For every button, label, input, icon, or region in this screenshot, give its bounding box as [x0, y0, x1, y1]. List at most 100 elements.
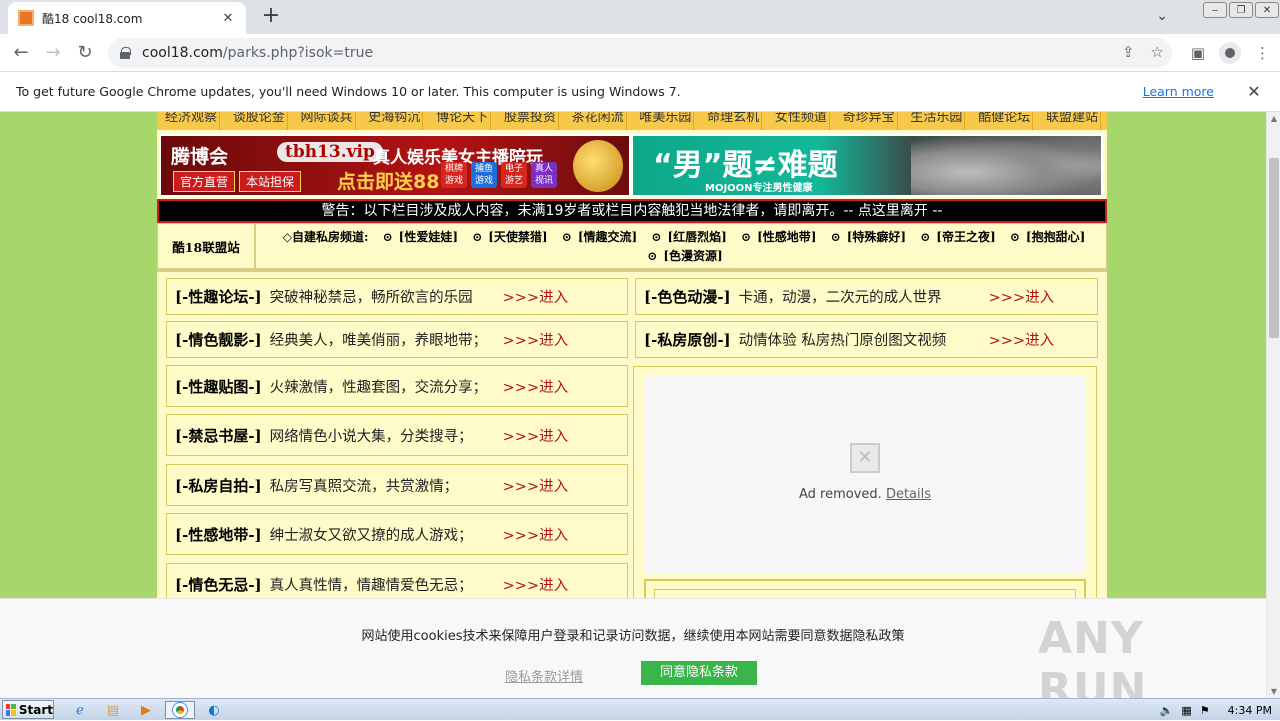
internet-explorer-icon[interactable]: ℯ: [70, 701, 90, 719]
enter-link[interactable]: >>>进入: [503, 425, 568, 446]
adult-warning-bar[interactable]: 警告：以下栏目涉及成人内容，未满19岁者或栏目内容触犯当地法律者，请即离开。--…: [157, 199, 1107, 223]
update-infobar: To get future Google Chrome updates, you…: [0, 72, 1280, 112]
channel-description: 动情体验 私房热门原创图文视频: [738, 333, 947, 349]
channel-title[interactable]: [-性趣贴图-]: [175, 376, 262, 397]
union-channel-link[interactable]: [红唇烈焰]: [667, 230, 726, 244]
channel-title[interactable]: [-情色无忌-]: [175, 574, 262, 595]
health-banner-ad[interactable]: “男”题≠难题 MOJOON专注男性健康: [631, 134, 1103, 197]
enter-link[interactable]: >>>进入: [503, 329, 568, 350]
browser-tab[interactable]: 酷18 cool18.com ✕: [8, 2, 246, 34]
nav-link[interactable]: 联盟建站: [1044, 112, 1101, 130]
union-channel-link[interactable]: [性感地带]: [757, 230, 816, 244]
category-nav: 经济观察 谈股论金 网际谈兵 史海钩沉 博论天下 股票投资 茶花闲流 唯美乐园 命理玄机 女性频道…: [157, 112, 1107, 130]
channel-title[interactable]: [-私房原创-]: [644, 329, 731, 350]
close-window-button[interactable]: ✕: [1255, 2, 1279, 18]
casino-banner-ad[interactable]: 腾博会 tbh13.vip 真人娱乐美女主播陪玩 官方直营 本站担保 点击即送8…: [159, 134, 631, 197]
channel-card[interactable]: [-情色无忌-] 真人真性情，情趣情爱色无忌； >>>进入: [166, 563, 628, 598]
channel-card[interactable]: [-性趣论坛-] 突破神秘禁忌，畅所欲言的乐园 >>>进入: [166, 278, 628, 315]
nav-link[interactable]: 奇珍异宝: [841, 112, 898, 130]
nav-link[interactable]: 谈股论金: [231, 112, 288, 130]
start-button[interactable]: Start: [2, 700, 54, 719]
nav-link[interactable]: 股票投资: [502, 112, 559, 130]
union-channel-link[interactable]: [色漫资源]: [663, 249, 722, 263]
channel-title[interactable]: [-性趣论坛-]: [175, 286, 262, 307]
bookmark-star-icon[interactable]: ☆: [1151, 43, 1164, 61]
channel-card[interactable]: [-私房自拍-] 私房写真照交流，共赏激情； >>>进入: [166, 464, 628, 506]
banner-game-icon: 电子游艺: [501, 162, 527, 188]
nav-link[interactable]: 生活乐园: [908, 112, 966, 130]
volume-icon[interactable]: 🔈: [1160, 704, 1174, 717]
channel-card[interactable]: [-禁忌书屋-] 网络情色小说大集，分类搜寻； >>>进入: [166, 414, 628, 456]
union-channel-link[interactable]: [情趣交流]: [578, 230, 637, 244]
ad-details-link[interactable]: Details: [886, 487, 931, 502]
url-text[interactable]: cool18.com/parks.php?isok=true: [142, 45, 373, 61]
enter-link[interactable]: >>>进入: [989, 329, 1054, 350]
nav-link[interactable]: 史海钩沉: [366, 112, 424, 130]
nav-link[interactable]: 女性频道: [773, 112, 830, 130]
new-tab-button[interactable]: +: [258, 4, 284, 30]
reload-icon[interactable]: ↻: [72, 40, 98, 66]
channel-card[interactable]: [-私房原创-] 动情体验 私房热门原创图文视频 >>>进入: [635, 321, 1098, 358]
profile-avatar-icon[interactable]: [1219, 42, 1241, 64]
union-channel-link[interactable]: [特殊癖好]: [847, 230, 906, 244]
enter-link[interactable]: >>>进入: [503, 524, 568, 545]
restore-button[interactable]: ❐: [1229, 2, 1253, 18]
infobar-close-icon[interactable]: ✕: [1244, 82, 1264, 101]
minimize-button[interactable]: ‒: [1203, 2, 1227, 18]
channel-title[interactable]: [-色色动漫-]: [644, 286, 731, 307]
nav-link[interactable]: 网际谈兵: [299, 112, 356, 130]
channel-description: 火辣激情，性趣套图，交流分享；: [269, 379, 488, 396]
scroll-thumb[interactable]: [1269, 158, 1279, 338]
channel-card[interactable]: [-色色动漫-] 卡通，动漫，二次元的成人世界 >>>进入: [635, 278, 1098, 315]
channel-card[interactable]: [-性趣贴图-] 火辣激情，性趣套图，交流分享； >>>进入: [166, 365, 628, 407]
agree-privacy-button[interactable]: 同意隐私条款: [641, 661, 757, 685]
union-sites-row: 酷18联盟站 ◇自建私房频道: ⊙ [性爱娃娃] ⊙ [天使禁猎] ⊙ [情趣交流] …: [157, 223, 1107, 269]
union-channel-link[interactable]: [性爱娃娃]: [399, 230, 458, 244]
network-icon[interactable]: ▦: [1181, 704, 1191, 717]
channel-title[interactable]: [-性感地带-]: [175, 524, 262, 545]
banner-promo: 点击即送88: [337, 171, 440, 193]
scroll-up-arrow-icon[interactable]: ▲: [1269, 114, 1279, 123]
nav-link[interactable]: 唯美乐园: [637, 112, 695, 130]
health-banner-subtitle: MOJOON专注男性健康: [705, 183, 813, 194]
side-panel-icon[interactable]: ▣: [1191, 44, 1205, 62]
edge-icon[interactable]: ◐: [204, 701, 224, 719]
union-channel-link[interactable]: [天使禁猎]: [488, 230, 547, 244]
learn-more-link[interactable]: Learn more: [1143, 84, 1214, 99]
forward-arrow-icon[interactable]: →: [40, 40, 66, 66]
tab-close-icon[interactable]: ✕: [220, 11, 236, 26]
channel-card[interactable]: [-情色靓影-] 经典美人，唯美俏丽，养眼地带； >>>进入: [166, 321, 628, 358]
channel-title[interactable]: [-私房自拍-]: [175, 475, 262, 496]
share-icon[interactable]: ⇪: [1122, 43, 1135, 61]
address-bar[interactable]: cool18.com/parks.php?isok=true ⇪ ☆: [108, 38, 1172, 68]
action-center-flag-icon[interactable]: ⚑: [1200, 704, 1210, 717]
channel-title[interactable]: [-情色靓影-]: [175, 329, 262, 350]
page-scrollbar[interactable]: ▲ ▼: [1266, 112, 1280, 698]
menu-kebab-icon[interactable]: ⋮: [1255, 44, 1270, 62]
lock-icon[interactable]: [120, 47, 131, 59]
nav-link[interactable]: 茶花闲流: [570, 112, 627, 130]
tab-search-chevron-icon[interactable]: ⌄: [1156, 8, 1168, 24]
union-channel-link[interactable]: [帝王之夜]: [936, 230, 995, 244]
enter-link[interactable]: >>>进入: [503, 475, 568, 496]
enter-link[interactable]: >>>进入: [503, 376, 568, 397]
nav-link[interactable]: 博论天下: [434, 112, 492, 130]
back-arrow-icon[interactable]: ←: [8, 40, 34, 66]
nav-link[interactable]: 酷健论坛: [976, 112, 1034, 130]
chrome-taskbar-icon[interactable]: [165, 701, 195, 719]
enter-link[interactable]: >>>进入: [989, 286, 1054, 307]
clock-time[interactable]: 4:34 PM: [1228, 704, 1272, 717]
scroll-down-arrow-icon[interactable]: ▼: [1269, 687, 1279, 696]
channel-card[interactable]: [-性感地带-] 绅士淑女又欲又撩的成人游戏； >>>进入: [166, 513, 628, 555]
enter-link[interactable]: >>>进入: [503, 286, 568, 307]
nav-link[interactable]: 经济观察: [163, 112, 221, 130]
privacy-details-link[interactable]: 隐私条款详情: [505, 666, 583, 685]
media-player-icon[interactable]: ▶: [136, 701, 156, 719]
union-title: 酷18联盟站: [158, 224, 256, 268]
channel-title[interactable]: [-禁忌书屋-]: [175, 425, 262, 446]
union-channel-link[interactable]: [抱抱甜心]: [1026, 230, 1085, 244]
file-explorer-icon[interactable]: ▤: [103, 701, 123, 719]
banner-brand: 腾博会: [171, 146, 229, 168]
nav-link[interactable]: 命理玄机: [705, 112, 763, 130]
enter-link[interactable]: >>>进入: [503, 574, 568, 595]
